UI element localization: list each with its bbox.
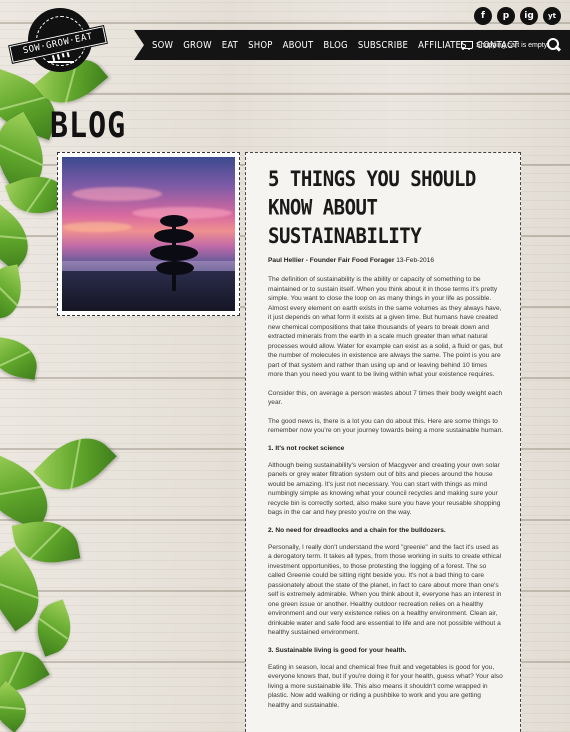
basil-leaf [33,422,117,506]
social-links: f p ig yt [474,7,561,25]
article-byline: Paul Hellier - Founder Fair Food Forager… [268,257,504,264]
facebook-icon[interactable]: f [474,7,492,25]
article-card: 5 THINGS YOU SHOULD KNOW ABOUT SUSTAINAB… [245,152,521,732]
article-paragraph: The good news is, there is a lot you can… [268,417,504,435]
search-icon[interactable] [547,38,560,51]
article-subheading: 1. It's not rocket science [268,444,345,452]
nav-link-blog[interactable]: BLOG [323,40,347,51]
article-paragraph: The definition of sustainability is the … [268,276,503,378]
article-subheading: 2. No need for dreadlocks and a chain fo… [268,526,446,534]
cart-icon [459,40,473,50]
site-logo[interactable]: SOW·GROW·EAT [8,6,108,82]
article-author: Paul Hellier - Founder Fair Food Forager [268,257,395,264]
pinterest-icon[interactable]: p [497,7,515,25]
nav-link-sow[interactable]: SOW [152,40,173,51]
sunset-photo [62,157,235,311]
basil-leaf [0,336,41,380]
cart-status: Shopping cart is empty. [476,41,549,49]
instagram-icon[interactable]: ig [520,7,538,25]
article-title: 5 THINGS YOU SHOULD KNOW ABOUT SUSTAINAB… [268,167,476,249]
article-paragraph: Consider this, on average a person waste… [268,389,503,407]
youtube-icon[interactable]: yt [543,7,561,25]
article-paragraph: Personally, I really don't understand th… [268,543,502,637]
nav-link-about[interactable]: ABOUT [283,40,314,51]
article-subheading: 3. Sustainable living is good for your h… [268,646,407,654]
shopping-cart[interactable]: Shopping cart is empty. [459,30,549,60]
nav-link-shop[interactable]: SHOP [248,40,273,51]
page-title: BLOG [50,106,127,147]
main-navigation: SOW GROW EAT SHOP ABOUT BLOG SUBSCRIBE A… [134,30,570,60]
basil-leaf [0,264,27,320]
article-image [57,152,240,316]
nav-link-eat[interactable]: EAT [222,40,238,51]
article-paragraph: Although being sustainability's version … [268,461,501,517]
nav-link-grow[interactable]: GROW [183,40,212,51]
nav-link-subscribe[interactable]: SUBSCRIBE [358,40,408,51]
article-paragraph: Eating in season, local and chemical fre… [268,663,503,709]
article-date: 13-Feb-2016 [396,257,435,264]
